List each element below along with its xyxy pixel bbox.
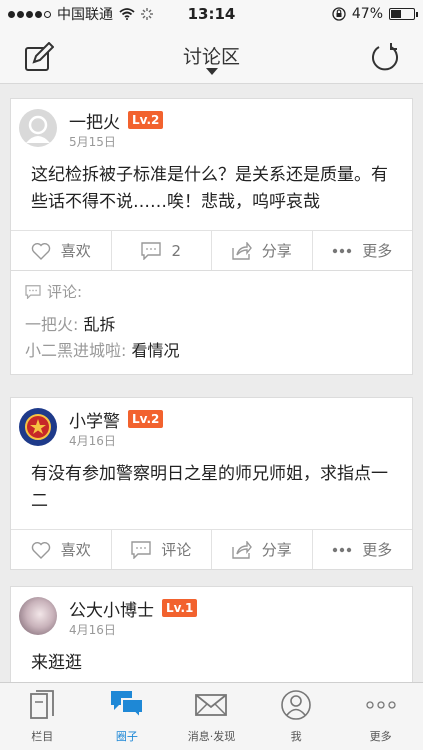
post-content[interactable]: 有没有参加警察明日之星的师兄师姐，求指点一二 <box>11 449 412 529</box>
avatar[interactable] <box>19 109 57 147</box>
user-icon <box>281 690 311 720</box>
share-icon <box>232 241 252 260</box>
post-date: 4月16日 <box>69 623 116 637</box>
page-title[interactable]: 讨论区 <box>183 42 240 69</box>
avatar[interactable] <box>19 597 57 635</box>
level-badge: Lv.1 <box>162 599 198 617</box>
tab-label: 更多 <box>369 730 392 743</box>
comment-icon <box>25 284 41 299</box>
heart-icon <box>31 541 50 559</box>
heart-icon <box>31 242 50 260</box>
like-button[interactable]: 喜欢 <box>11 530 112 569</box>
tab-bar: 栏目 圈子 消息·发现 我 更多 <box>0 682 423 750</box>
comment-label: 评论 <box>161 541 192 559</box>
comment-user[interactable]: 一把火: <box>25 315 78 334</box>
username[interactable]: 公大小博士 <box>69 596 154 621</box>
compose-icon[interactable] <box>24 42 54 72</box>
post-card[interactable]: 一把火 Lv.2 5月15日 这纪检拆被子标准是什么？是关系还是质量。有些话不得… <box>10 98 413 271</box>
username[interactable]: 一把火 <box>69 108 120 133</box>
tab-more[interactable]: 更多 <box>338 683 423 750</box>
post-content[interactable]: 来逛逛 <box>11 638 412 682</box>
comment-text: 乱拆 <box>83 315 116 334</box>
more-dots-icon <box>333 547 352 552</box>
more-label: 更多 <box>362 541 393 559</box>
action-bar: 喜欢 2 分享 更多 <box>11 230 412 270</box>
comment-count: 2 <box>171 241 182 260</box>
post-content[interactable]: 这纪检拆被子标准是什么？是关系还是质量。有些话不得不说……唉！悲哉，呜呼哀哉 <box>11 150 412 230</box>
comment-icon <box>131 540 151 559</box>
post-card[interactable]: 小学警 Lv.2 4月16日 有没有参加警察明日之星的师兄师姐，求指点一二 喜欢… <box>10 397 413 570</box>
level-badge: Lv.2 <box>128 410 164 428</box>
chat-bubbles-icon <box>110 691 144 720</box>
battery-level-fill <box>391 10 402 18</box>
police-badge-icon <box>25 414 51 440</box>
battery-icon <box>389 8 418 20</box>
status-bar: 中国联通 13:14 47% <box>0 0 423 28</box>
comments-section: 评论: 一把火: 乱拆 小二黑进城啦: 看情况 <box>10 271 413 375</box>
tab-messages-discover[interactable]: 消息·发现 <box>169 683 254 750</box>
status-time: 13:14 <box>187 5 236 23</box>
more-button[interactable]: 更多 <box>313 231 413 270</box>
like-label: 喜欢 <box>60 242 91 260</box>
carrier-label: 中国联通 <box>57 7 113 23</box>
envelope-icon <box>195 694 228 716</box>
tab-label: 消息·发现 <box>187 730 236 743</box>
caret-down-icon[interactable] <box>205 68 218 75</box>
share-icon <box>232 540 252 559</box>
comment-item[interactable]: 小二黑进城啦: 看情况 <box>25 338 398 364</box>
refresh-icon[interactable] <box>371 42 401 72</box>
share-label: 分享 <box>261 242 292 260</box>
username[interactable]: 小学警 <box>69 407 120 432</box>
post-card[interactable]: 公大小博士 Lv.1 4月16日 来逛逛 <box>10 586 413 682</box>
share-label: 分享 <box>261 541 292 559</box>
tab-columns[interactable]: 栏目 <box>0 683 85 750</box>
comment-button[interactable]: 2 <box>112 231 212 270</box>
comment-text: 看情况 <box>131 341 180 360</box>
share-button[interactable]: 分享 <box>212 231 313 270</box>
more-label: 更多 <box>362 242 393 260</box>
level-badge: Lv.2 <box>128 111 164 129</box>
action-bar: 喜欢 评论 分享 更多 <box>11 529 412 569</box>
discussion-feed[interactable]: 一把火 Lv.2 5月15日 这纪检拆被子标准是什么？是关系还是质量。有些话不得… <box>0 85 423 682</box>
like-button[interactable]: 喜欢 <box>11 231 112 270</box>
tab-label: 我 <box>290 730 302 743</box>
comment-user[interactable]: 小二黑进城啦: <box>25 341 126 360</box>
columns-icon <box>30 690 55 719</box>
like-label: 喜欢 <box>60 541 91 559</box>
more-dots-icon <box>333 248 352 253</box>
more-button[interactable]: 更多 <box>313 530 413 569</box>
loading-spinner-icon <box>141 8 153 20</box>
post-date: 4月16日 <box>69 434 116 448</box>
comment-button[interactable]: 评论 <box>112 530 212 569</box>
more-dots-icon <box>366 701 396 709</box>
comments-label: 评论: <box>47 283 83 301</box>
post-date: 5月15日 <box>69 135 116 149</box>
avatar[interactable] <box>19 408 57 446</box>
tab-label: 栏目 <box>31 730 54 743</box>
rotation-lock-icon <box>332 7 346 21</box>
comment-icon <box>141 241 162 260</box>
comment-item[interactable]: 一把火: 乱拆 <box>25 312 398 338</box>
tab-label: 圈子 <box>115 730 138 743</box>
tab-me[interactable]: 我 <box>254 683 339 750</box>
wifi-icon <box>119 8 135 20</box>
default-avatar-icon <box>26 115 50 143</box>
tab-circles[interactable]: 圈子 <box>85 683 170 750</box>
battery-percent: 47% <box>351 6 383 22</box>
nav-bar: 讨论区 <box>0 28 423 84</box>
share-button[interactable]: 分享 <box>212 530 313 569</box>
signal-strength-icon <box>8 10 51 18</box>
